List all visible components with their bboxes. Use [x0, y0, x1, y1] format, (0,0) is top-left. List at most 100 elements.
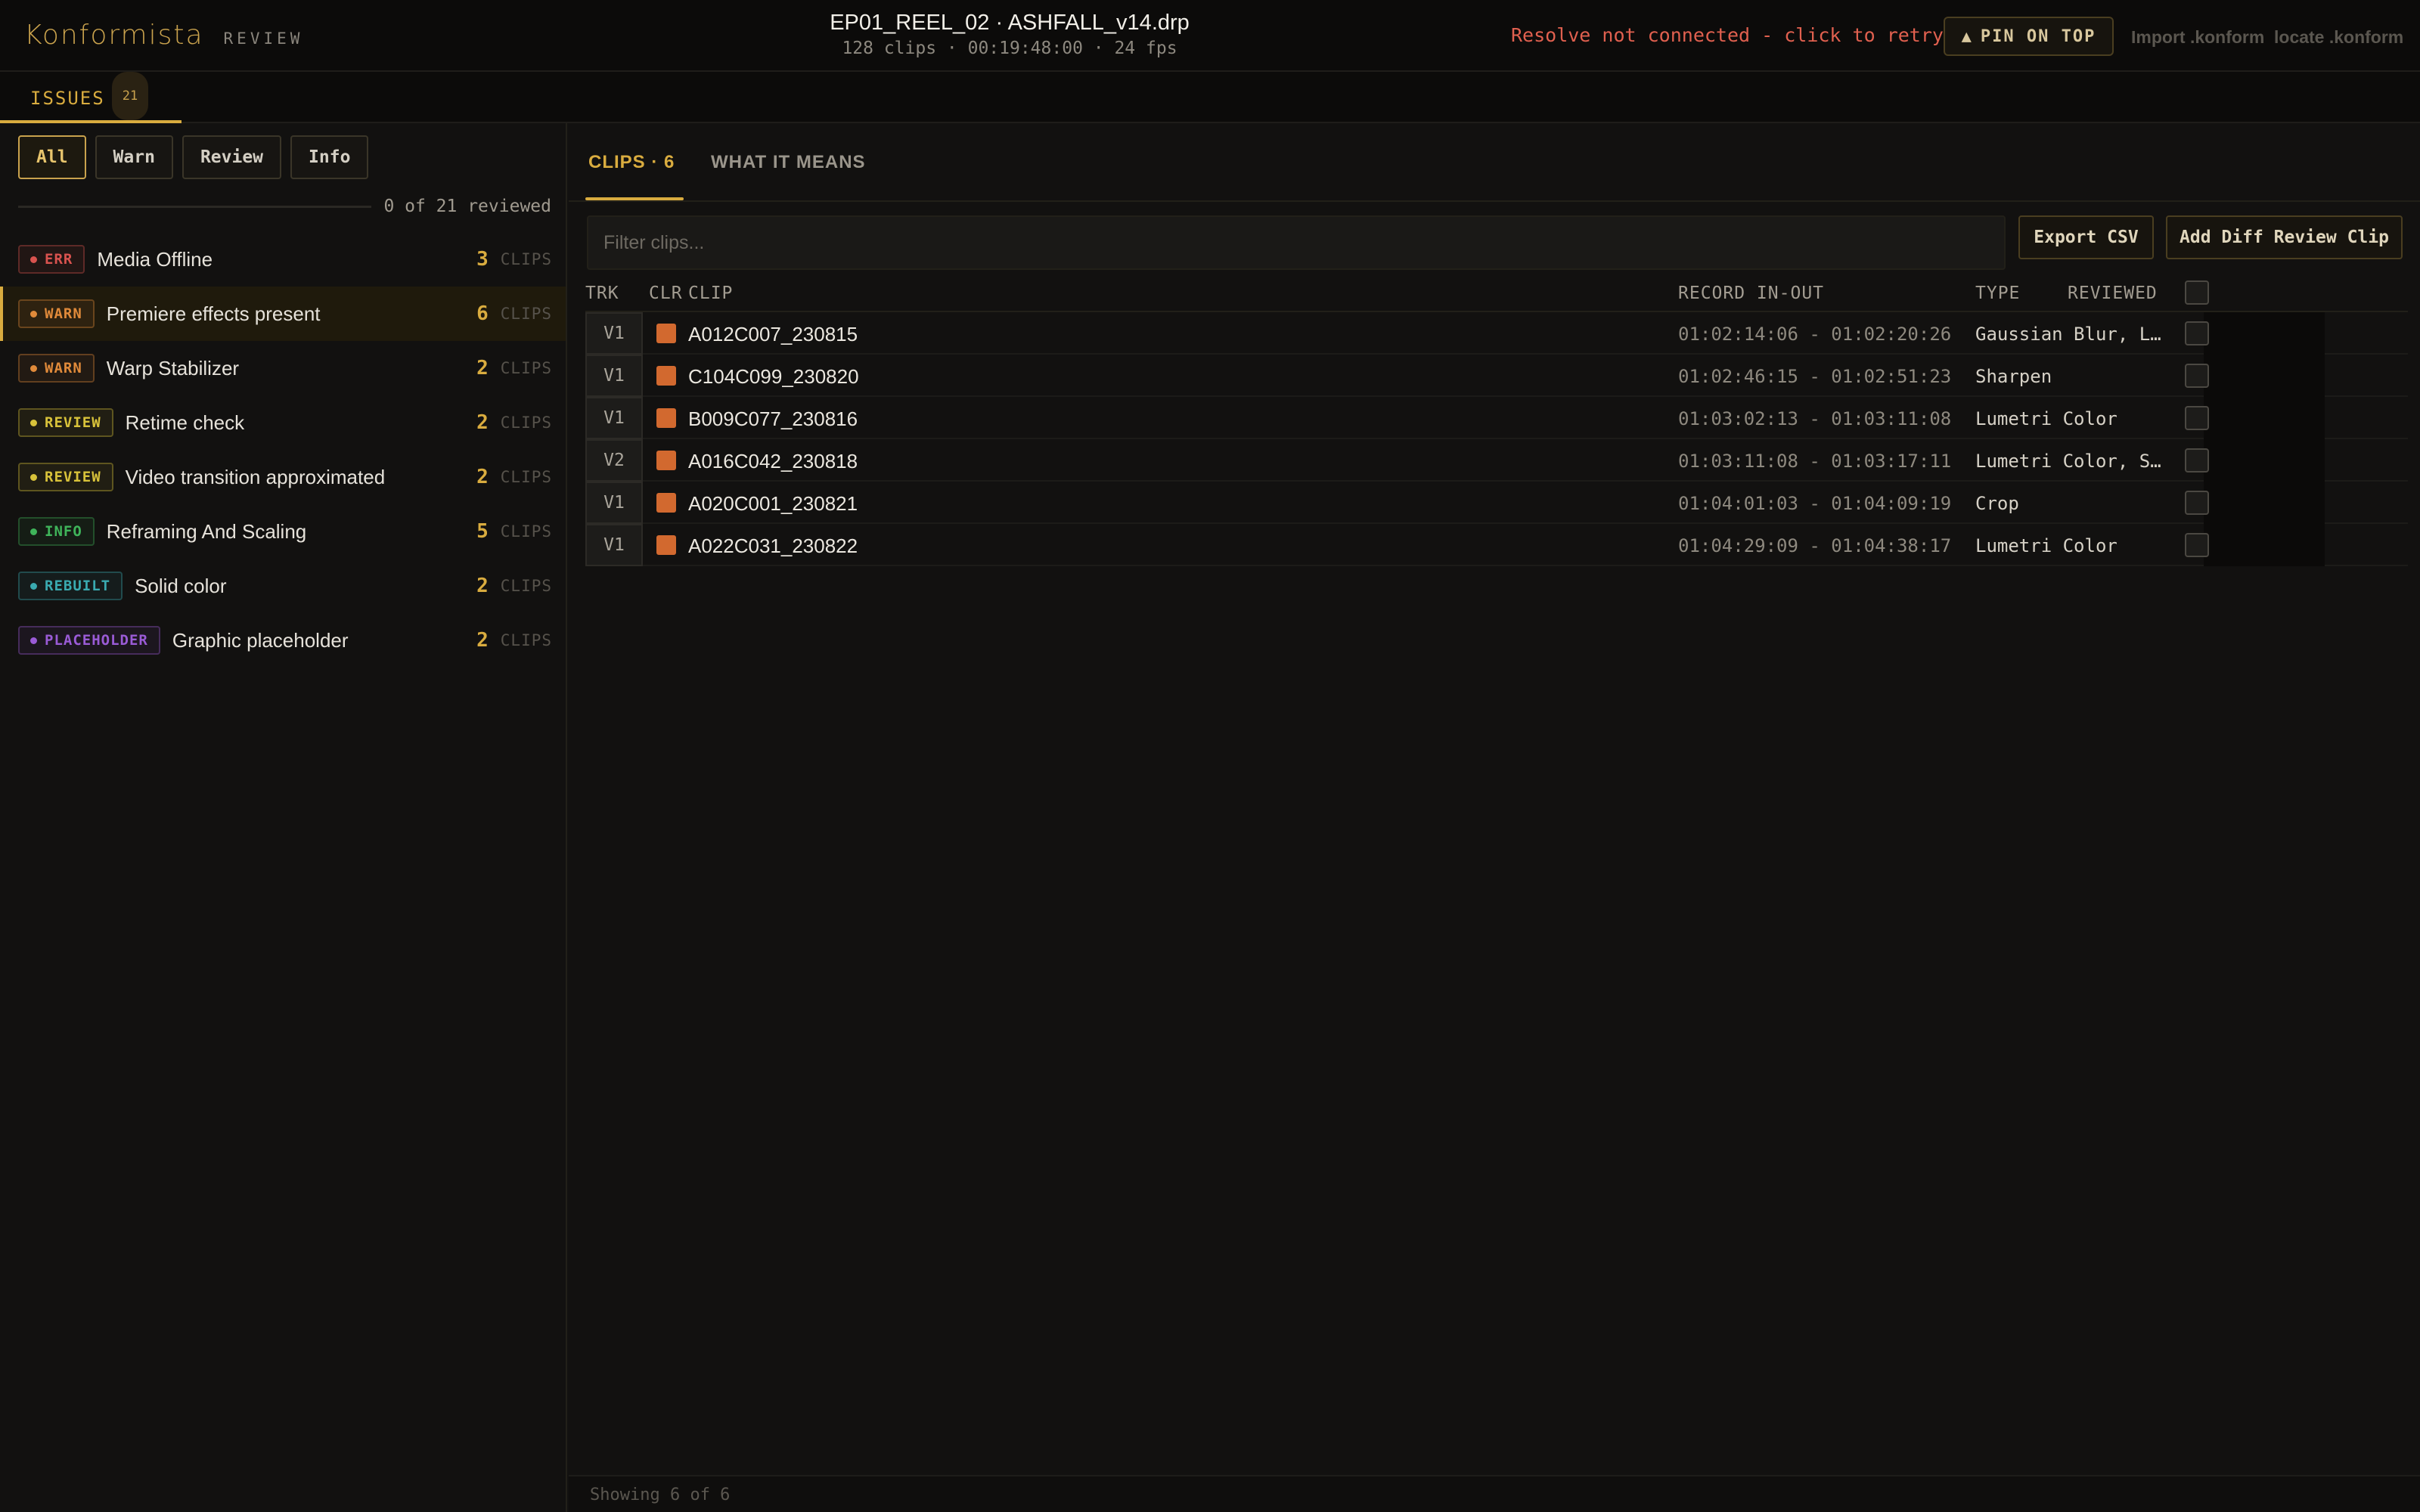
table-row[interactable]: V1 A020C001_230821 01:04:01:03 - 01:04:09:… [585, 482, 2408, 524]
project-subtitle: 128 clips · 00:19:48:00 · 24 fps [842, 39, 1177, 58]
column-trk: TRK [585, 284, 619, 303]
reviewed-cell [2204, 439, 2325, 482]
issue-row[interactable]: WARN Premiere effects present 6 CLIPS [0, 287, 566, 341]
table-footer: Showing 6 of 6 [569, 1475, 2420, 1512]
reviewed-cell [2204, 397, 2325, 439]
record-in-out: 01:03:11:08 - 01:03:17:11 [1678, 451, 1952, 472]
severity-dot-icon [30, 419, 37, 426]
issue-name: Media Offline [97, 247, 213, 271]
brand-subtitle: REVIEW [223, 29, 304, 48]
project-title-block: EP01_REEL_02 · ASHFALL_v14.drp 128 clips… [681, 11, 1339, 58]
tab-strip: ISSUES 21 [0, 72, 2420, 123]
row-checkbox[interactable] [2185, 406, 2209, 430]
issue-clip-unit: CLIPS [500, 305, 552, 323]
reviewed-cell [2204, 482, 2325, 524]
effect-type: Gaussian Blur, Lumetri Color [1975, 324, 2170, 345]
severity-badge: REVIEW [18, 408, 113, 437]
column-type: TYPE [1975, 284, 2021, 303]
clip-name: A012C007_230815 [688, 323, 858, 345]
row-checkbox[interactable] [2185, 321, 2209, 345]
project-title: EP01_REEL_02 · ASHFALL_v14.drp [830, 11, 1190, 35]
clip-name: C104C099_230820 [688, 365, 859, 388]
locate-konform-link[interactable]: locate .konform [2274, 27, 2403, 48]
severity-badge: WARN [18, 354, 95, 383]
severity-badge: REBUILT [18, 572, 123, 600]
severity-filter-group: All Warn Review Info [18, 135, 369, 179]
severity-dot-icon [30, 637, 37, 644]
severity-label: REVIEW [45, 414, 101, 431]
issues-tab-label: ISSUES [30, 88, 105, 109]
record-in-out: 01:02:46:15 - 01:02:51:23 [1678, 366, 1952, 387]
issue-row[interactable]: INFO Reframing And Scaling 5 CLIPS [0, 504, 566, 559]
severity-label: INFO [45, 523, 82, 540]
row-checkbox[interactable] [2185, 491, 2209, 515]
severity-label: REVIEW [45, 469, 101, 485]
table-row[interactable]: V1 A012C007_230815 01:02:14:06 - 01:02:20:… [585, 312, 2408, 355]
filter-warn-button[interactable]: Warn [95, 135, 173, 179]
clip-color-swatch [656, 324, 676, 343]
table-row[interactable]: V1 C104C099_230820 01:02:46:15 - 01:02:51:… [585, 355, 2408, 397]
row-checkbox[interactable] [2185, 364, 2209, 388]
table-row[interactable]: V1 A022C031_230822 01:04:29:09 - 01:04:38:… [585, 524, 2408, 566]
table-row[interactable]: V1 B009C077_230816 01:03:02:13 - 01:03:11:… [585, 397, 2408, 439]
issue-clip-count: 2 [476, 575, 489, 597]
issue-row[interactable]: REBUILT Solid color 2 CLIPS [0, 559, 566, 613]
export-csv-button[interactable]: Export CSV [2018, 215, 2154, 259]
review-progress: 0 of 21 reviewed [18, 193, 551, 220]
issue-row[interactable]: PLACEHOLDER Graphic placeholder 2 CLIPS [0, 613, 566, 668]
issue-clip-count: 2 [476, 629, 489, 652]
severity-dot-icon [30, 582, 37, 590]
issue-clip-unit: CLIPS [500, 414, 552, 432]
clip-color-swatch [656, 366, 676, 386]
column-clip: CLIP [688, 284, 734, 303]
track-cell: V1 [585, 312, 643, 355]
issue-name: Solid color [135, 574, 227, 597]
track-cell: V1 [585, 397, 643, 439]
issue-clip-unit: CLIPS [500, 631, 552, 649]
tab-issues[interactable]: ISSUES 21 [0, 72, 182, 123]
issue-list: ERR Media Offline 3 CLIPS WARN Premiere effec… [0, 232, 566, 668]
detail-tabs: CLIPS · 6 WHAT IT MEANS [569, 123, 2420, 202]
filter-info-button[interactable]: Info [290, 135, 369, 179]
tab-what-it-means[interactable]: WHAT IT MEANS [711, 152, 866, 173]
tab-clips[interactable]: CLIPS · 6 [588, 152, 675, 173]
issue-clip-unit: CLIPS [500, 522, 552, 541]
clips-panel: CLIPS · 6 WHAT IT MEANS Export CSV Add D… [569, 123, 2420, 1512]
issue-row[interactable]: REVIEW Retime check 2 CLIPS [0, 395, 566, 450]
reviewed-cell [2204, 355, 2325, 397]
resolve-status-link[interactable]: Resolve not connected - click to retry [1511, 24, 1944, 46]
review-progress-bar [18, 205, 372, 208]
filter-all-button[interactable]: All [18, 135, 86, 179]
select-all-checkbox[interactable] [2185, 280, 2209, 305]
clip-color-swatch [656, 408, 676, 428]
severity-label: WARN [45, 360, 82, 376]
clip-name: A016C042_230818 [688, 450, 858, 472]
issue-name: Premiere effects present [106, 302, 321, 325]
severity-label: WARN [45, 305, 82, 322]
severity-badge: ERR [18, 245, 85, 274]
severity-label: ERR [45, 251, 73, 268]
issue-row[interactable]: REVIEW Video transition approximated 2 CLIP… [0, 450, 566, 504]
clip-name: A022C031_230822 [688, 534, 858, 557]
effect-type: Crop [1975, 493, 2019, 514]
filter-review-button[interactable]: Review [182, 135, 282, 179]
severity-label: PLACEHOLDER [45, 632, 148, 649]
top-bar: Konformista REVIEW EP01_REEL_02 · ASHFAL… [0, 0, 2420, 72]
pin-on-top-button[interactable]: ▲ PIN ON TOP [1944, 17, 2114, 56]
clip-name: B009C077_230816 [688, 407, 858, 430]
table-row[interactable]: V2 A016C042_230818 01:03:11:08 - 01:03:17:… [585, 439, 2408, 482]
issue-row[interactable]: WARN Warp Stabilizer 2 CLIPS [0, 341, 566, 395]
row-checkbox[interactable] [2185, 448, 2209, 472]
clip-color-swatch [656, 451, 676, 470]
clip-color-swatch [656, 493, 676, 513]
track-cell: V1 [585, 482, 643, 524]
row-checkbox[interactable] [2185, 533, 2209, 557]
issues-sidebar: All Warn Review Info 0 of 21 reviewed ER… [0, 123, 567, 1512]
severity-badge: REVIEW [18, 463, 113, 491]
issue-row[interactable]: ERR Media Offline 3 CLIPS [0, 232, 566, 287]
reviewed-cell [2204, 312, 2325, 355]
tab-clips-underline [585, 197, 684, 200]
import-konform-link[interactable]: Import .konform [2131, 27, 2264, 48]
clip-filter-input[interactable] [587, 215, 2006, 270]
add-diff-review-clip-button[interactable]: Add Diff Review Clip [2166, 215, 2403, 259]
